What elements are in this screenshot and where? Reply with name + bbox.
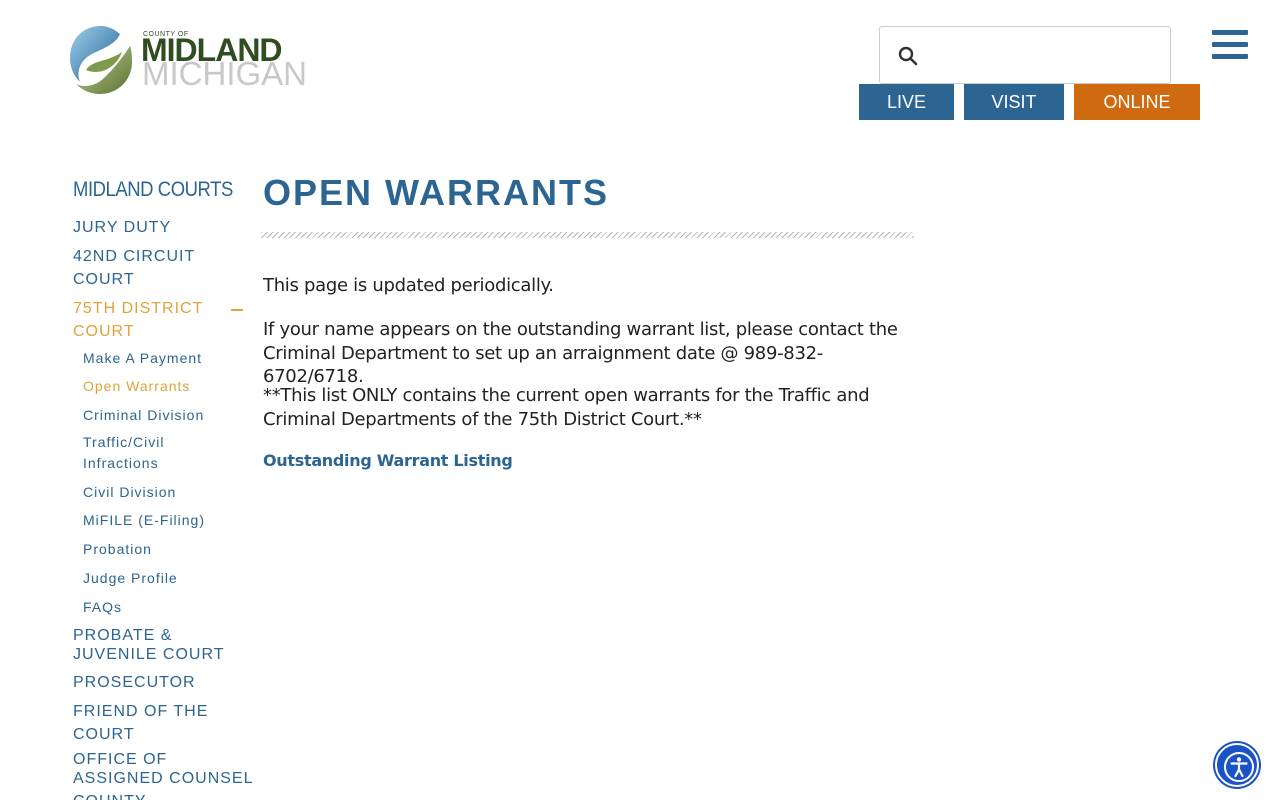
sidebar-item-label: 42ND CIRCUIT (73, 248, 196, 265)
sidebar-subitem-probation[interactable]: Probation (83, 539, 152, 560)
sidebar-subitem-label: Infractions (83, 455, 159, 471)
title-divider (261, 232, 914, 238)
sidebar-item-label: COURT (73, 271, 135, 288)
list-scope-notice: **This list ONLY contains the current op… (263, 385, 870, 430)
sidebar-item-42nd-circuit-court[interactable]: 42ND CIRCUIT COURT (73, 245, 195, 291)
sidebar-subitem-faqs[interactable]: FAQs (83, 597, 122, 618)
sidebar-subitem-open-warrants[interactable]: Open Warrants (83, 376, 190, 397)
sidebar-item-prosecutor[interactable]: PROSECUTOR (73, 671, 196, 694)
sidebar-item-office-of-assigned-counsel[interactable]: OFFICE OF ASSIGNED COUNSEL (73, 750, 253, 788)
accessibility-icon (1224, 752, 1254, 782)
sidebar-subitem-judge-profile[interactable]: Judge Profile (83, 568, 178, 589)
hamburger-bar (1212, 30, 1248, 35)
sidebar-item-label: FRIEND OF THE (73, 703, 209, 720)
sidebar-subitem-traffic-civil-infractions[interactable]: Traffic/Civil Infractions (83, 432, 164, 474)
accessibility-button[interactable] (1215, 743, 1259, 787)
outstanding-warrant-listing-link[interactable]: Outstanding Warrant Listing (263, 451, 513, 470)
midland-logo-icon (70, 26, 132, 94)
sidebar-item-label: OFFICE OF (73, 751, 168, 768)
sidebar-item-label: 75TH DISTRICT (73, 300, 204, 317)
sidebar-heading[interactable]: MIDLAND COURTS (73, 178, 233, 202)
sidebar-item-label: COURT (73, 726, 135, 743)
page-title: OPEN WARRANTS (263, 172, 610, 213)
search-input[interactable] (928, 37, 1160, 73)
sidebar-item-friend-of-the-court[interactable]: FRIEND OF THE COURT (73, 700, 208, 746)
search-box[interactable] (879, 26, 1171, 84)
menu-hamburger-icon[interactable] (1212, 30, 1248, 60)
update-notice: This page is updated periodically. (263, 275, 554, 296)
search-icon[interactable] (896, 44, 920, 68)
logo-michigan: MICHIGAN (142, 55, 307, 92)
visit-button[interactable]: VISIT (964, 84, 1064, 120)
hamburger-bar (1212, 54, 1248, 59)
sidebar-subitem-civil-division[interactable]: Civil Division (83, 482, 176, 503)
hamburger-bar (1212, 42, 1248, 47)
live-button[interactable]: LIVE (859, 84, 954, 120)
sidebar-item-county[interactable]: COUNTY (73, 790, 147, 800)
county-logo[interactable]: COUNTY OF MIDLAND MICHIGAN (68, 24, 328, 98)
sidebar-item-label: JUVENILE COURT (73, 646, 225, 663)
sidebar-subitem-make-a-payment[interactable]: Make A Payment (83, 348, 202, 369)
sidebar-subitem-mifile[interactable]: MiFILE (E-Filing) (83, 510, 205, 531)
sidebar-item-75th-district-court[interactable]: 75TH DISTRICT COURT (73, 297, 203, 343)
sidebar-subitem-label: Traffic/Civil (83, 434, 165, 450)
sidebar-item-jury-duty[interactable]: JURY DUTY (73, 216, 171, 239)
sidebar-item-probate-juvenile-court[interactable]: PROBATE & JUVENILE COURT (73, 626, 225, 664)
online-button[interactable]: ONLINE (1074, 84, 1200, 120)
sidebar-subitem-criminal-division[interactable]: Criminal Division (83, 405, 204, 426)
contact-instructions: If your name appears on the outstanding … (263, 319, 898, 387)
sidebar-item-label: PROBATE & (73, 627, 173, 644)
sidebar-item-label: COURT (73, 323, 135, 340)
sidebar-item-label: ASSIGNED COUNSEL (73, 770, 254, 787)
collapse-minus-icon[interactable] (231, 309, 243, 311)
